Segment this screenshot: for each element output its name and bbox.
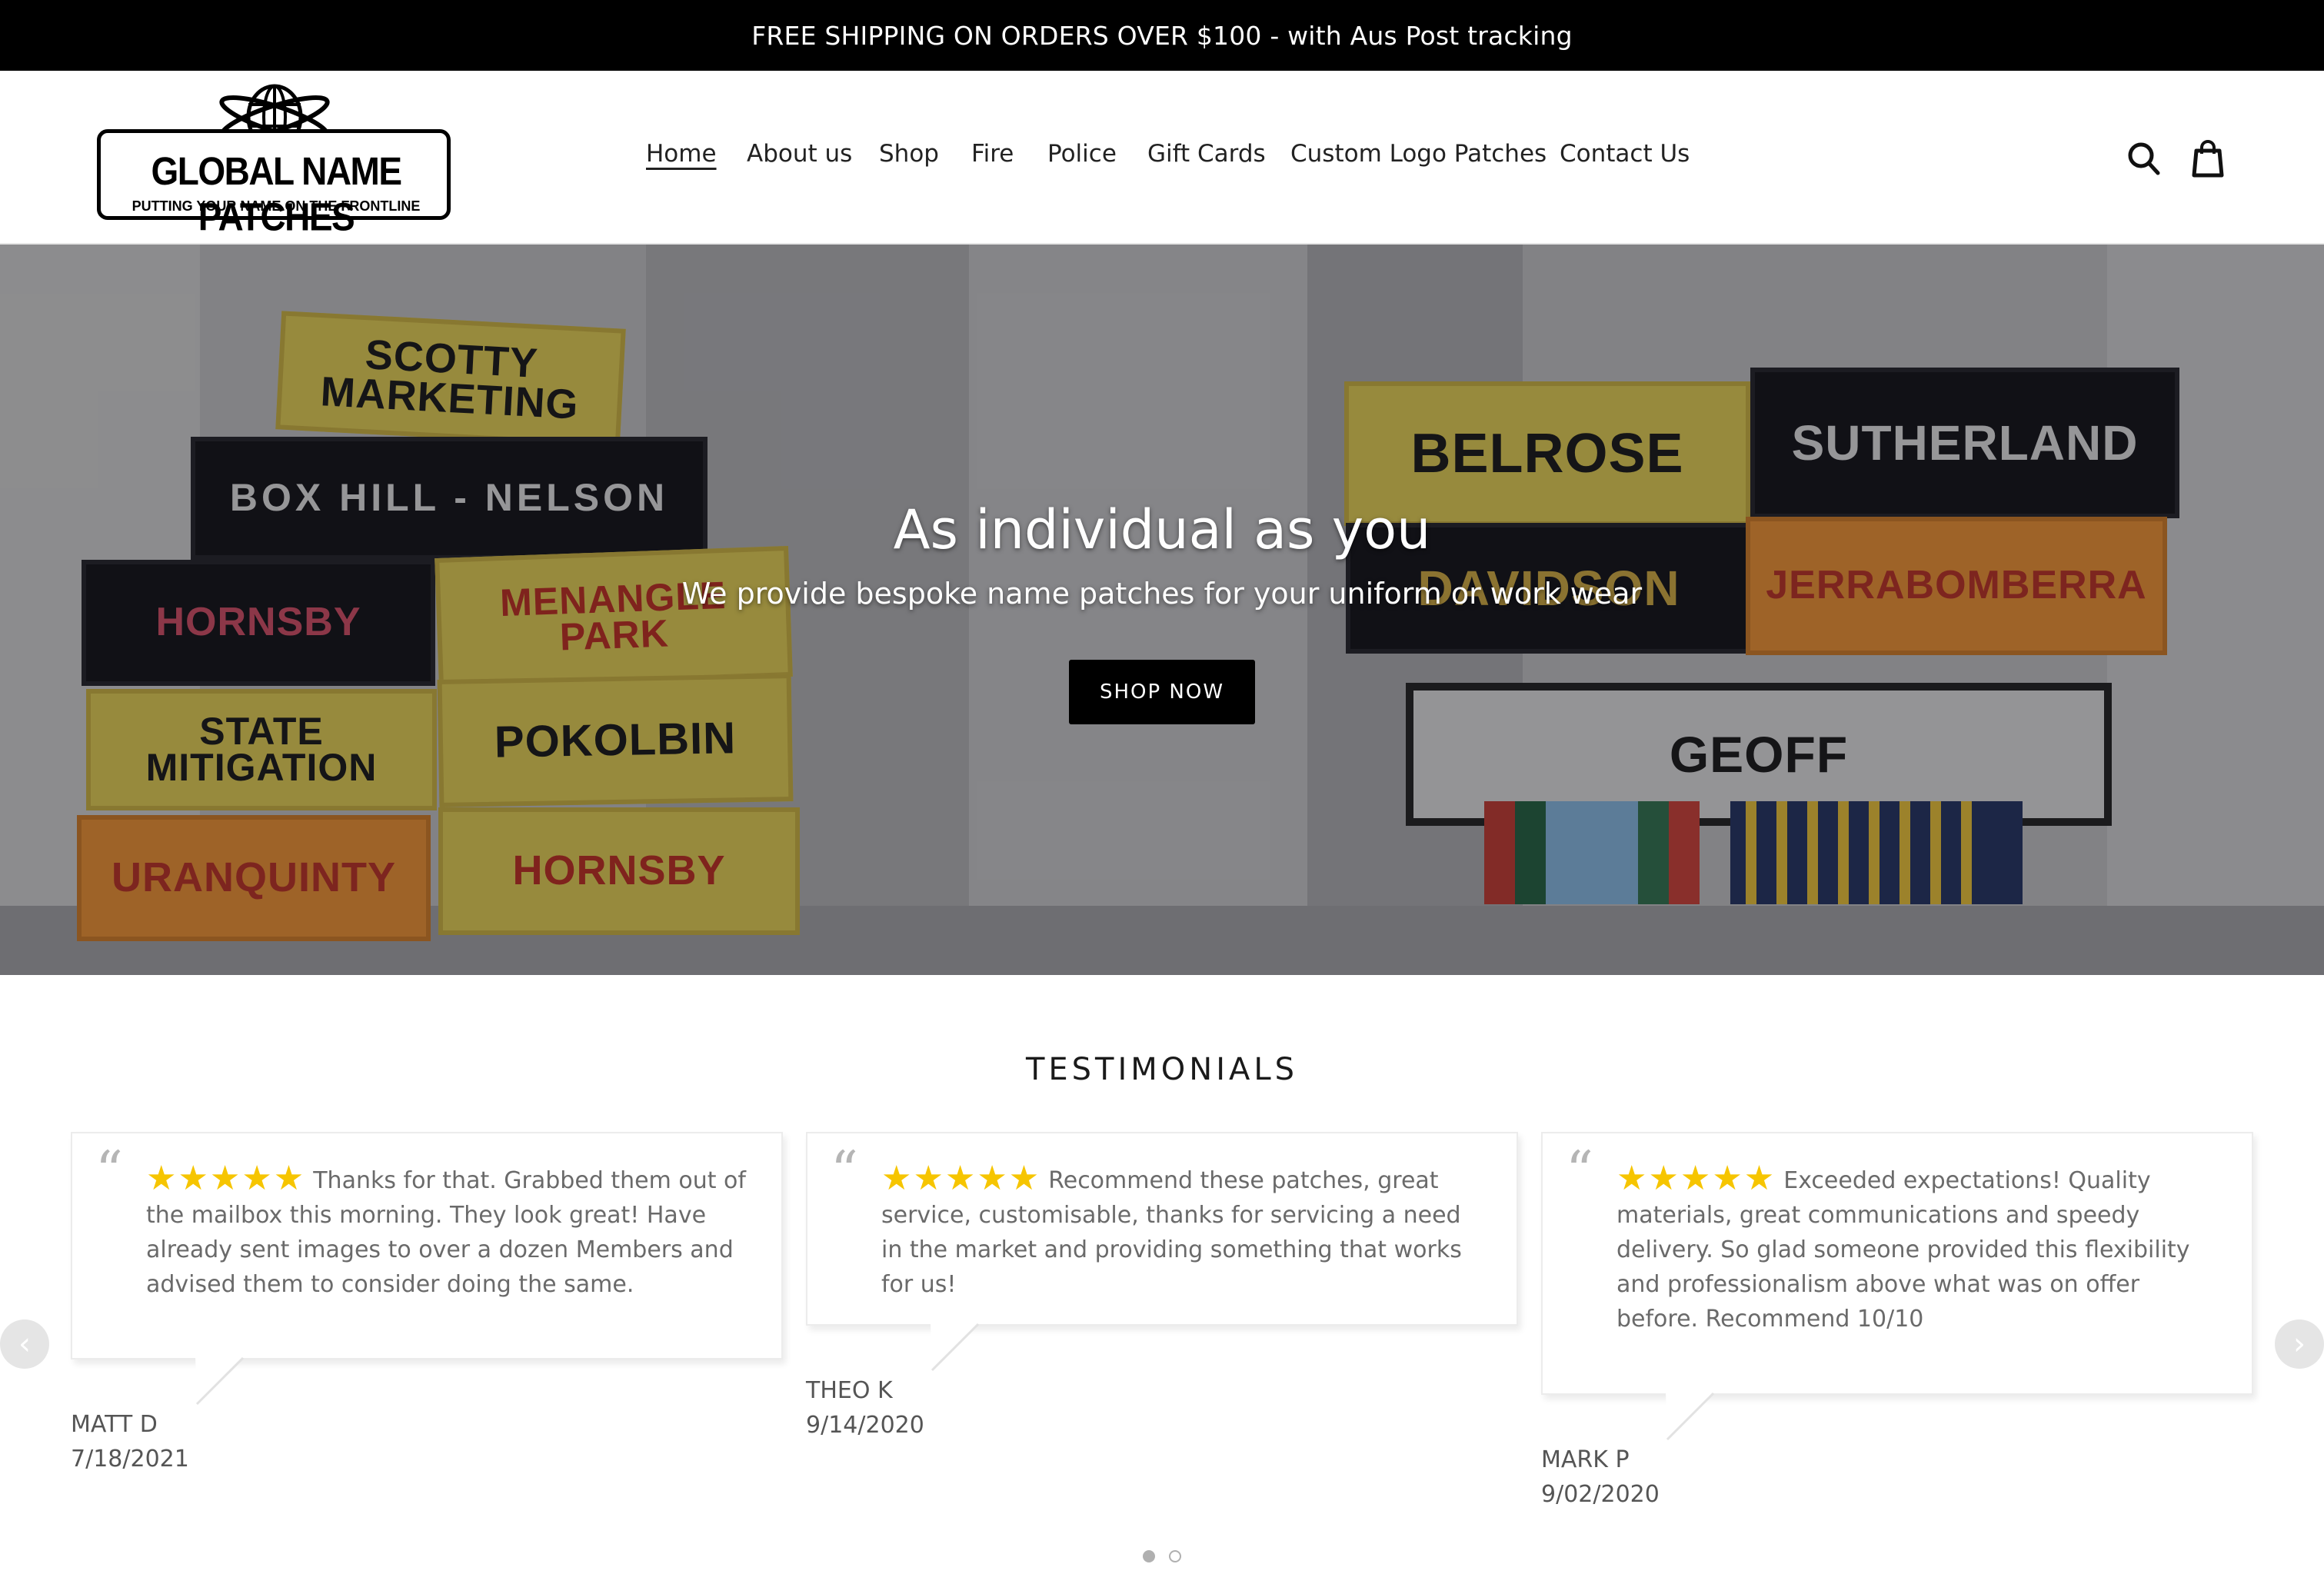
shop-now-button[interactable]: SHOP NOW — [1069, 660, 1255, 724]
rating-stars: ★★★★★ — [1616, 1159, 1776, 1198]
speech-tail — [931, 1323, 980, 1372]
nav-shop[interactable]: Shop — [879, 140, 939, 168]
nav-custom-logo-patches[interactable]: Custom Logo Patches — [1290, 140, 1547, 168]
rating-stars: ★★★★★ — [146, 1159, 306, 1198]
nav-police[interactable]: Police — [1047, 140, 1117, 168]
announcement-bar: FREE SHIPPING ON ORDERS OVER $100 - with… — [0, 0, 2324, 71]
author-date: 9/02/2020 — [1541, 1481, 1660, 1508]
author-date: 7/18/2021 — [71, 1446, 189, 1473]
nav-home[interactable]: Home — [646, 140, 717, 168]
testimonial-text: ★★★★★ Recommend these patches, great serv… — [881, 1161, 1486, 1302]
speech-tail — [1666, 1392, 1715, 1441]
author-date: 9/14/2020 — [806, 1412, 924, 1439]
nav-about-us[interactable]: About us — [747, 140, 852, 168]
nav-contact-us[interactable]: Contact Us — [1560, 140, 1690, 168]
testimonial-author: MARK P 9/02/2020 — [1541, 1443, 1660, 1512]
cart-icon[interactable] — [2189, 137, 2227, 180]
nav-fire[interactable]: Fire — [971, 140, 1014, 168]
carousel-dot-1[interactable] — [1143, 1550, 1155, 1562]
hero-subtitle: We provide bespoke name patches for your… — [681, 577, 1643, 611]
carousel-dot-2[interactable] — [1169, 1550, 1181, 1562]
announcement-text: FREE SHIPPING ON ORDERS OVER $100 - with… — [751, 20, 1573, 51]
quote-icon: “ — [1566, 1140, 1593, 1203]
testimonial-author: MATT D 7/18/2021 — [71, 1407, 189, 1476]
testimonials-heading: TESTIMONIALS — [1025, 1052, 1299, 1087]
author-name: THEO K — [806, 1377, 893, 1404]
search-icon[interactable] — [2126, 137, 2164, 180]
testimonial-card: “ ★★★★★ Exceeded expectations! Quality ma… — [1541, 1132, 2253, 1395]
rating-stars: ★★★★★ — [881, 1159, 1041, 1198]
main-nav: Home About us Shop Fire Police Gift Card… — [0, 71, 2324, 243]
author-name: MATT D — [71, 1411, 158, 1438]
carousel-next-button[interactable]: › — [2275, 1319, 2324, 1369]
hero-title: As individual as you — [893, 498, 1431, 561]
testimonial-card: “ ★★★★★ Thanks for that. Grabbed them out… — [71, 1132, 783, 1359]
speech-tail — [195, 1356, 245, 1406]
carousel-prev-button[interactable]: ‹ — [0, 1319, 49, 1369]
hero-banner: SCOTTY MARKETING BOX HILL - NELSON HORNS… — [0, 245, 2324, 975]
testimonial-author: THEO K 9/14/2020 — [806, 1373, 924, 1443]
quote-icon: “ — [831, 1140, 858, 1203]
testimonial-card: “ ★★★★★ Recommend these patches, great se… — [806, 1132, 1518, 1326]
author-name: MARK P — [1541, 1446, 1630, 1473]
nav-gift-cards[interactable]: Gift Cards — [1147, 140, 1266, 168]
testimonial-text: ★★★★★ Exceeded expectations! Quality mate… — [1616, 1161, 2221, 1336]
quote-icon: “ — [95, 1140, 123, 1203]
testimonial-text: ★★★★★ Thanks for that. Grabbed them out o… — [146, 1161, 751, 1302]
